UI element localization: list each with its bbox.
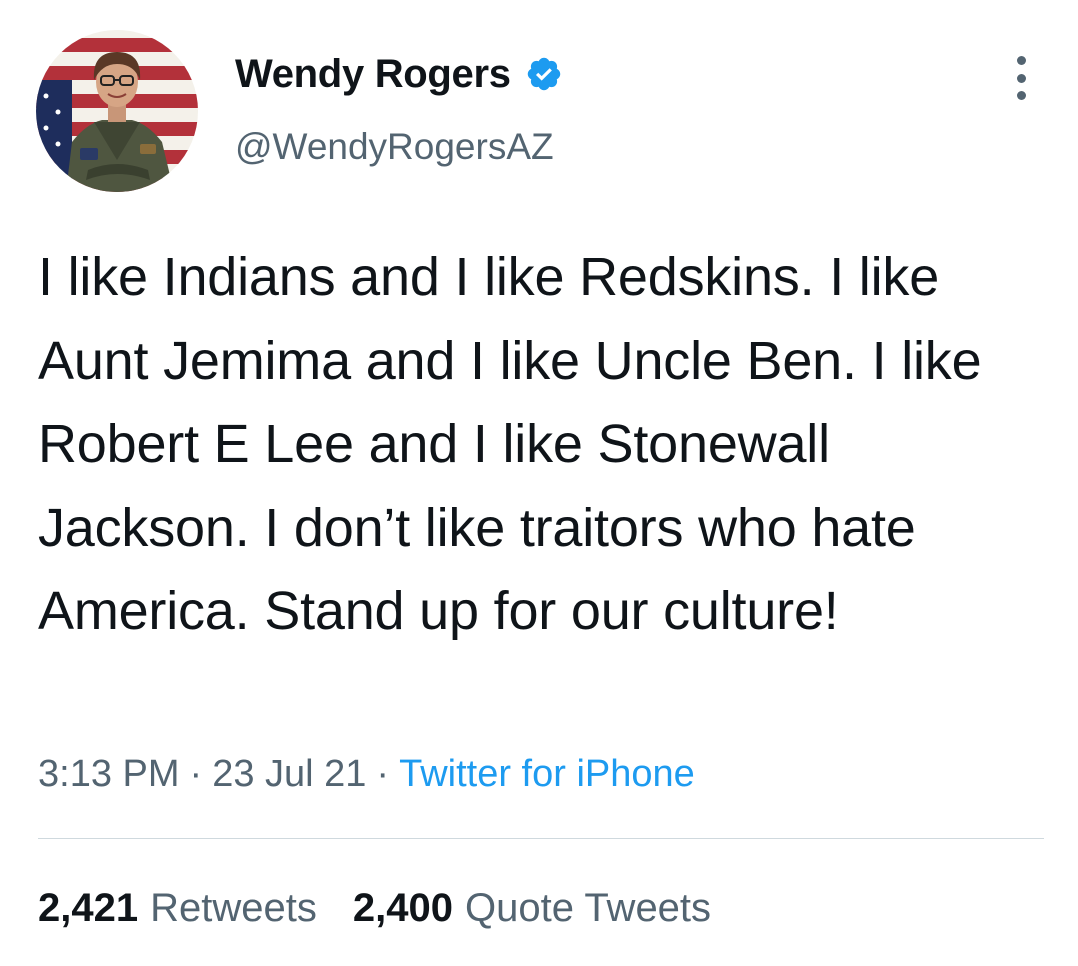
tweet-source-link[interactable]: Twitter for iPhone [399, 753, 695, 795]
divider [38, 838, 1044, 839]
more-options-icon[interactable] [1004, 56, 1038, 100]
author-name-text: Wendy Rogers [235, 52, 511, 96]
author-handle[interactable]: @WendyRogersAZ [235, 124, 554, 170]
avatar-image [36, 30, 198, 192]
quote-tweets-count: 2,400 [352, 886, 453, 930]
engagement-stats: 2,421 Retweets 2,400 Quote Tweets [38, 884, 711, 932]
retweets-label: Retweets [150, 886, 317, 930]
verified-badge-icon [525, 55, 563, 93]
quote-tweets-stat[interactable]: 2,400 Quote Tweets [353, 884, 711, 932]
retweets-count: 2,421 [38, 886, 139, 930]
more-dot [1016, 91, 1026, 100]
tweet-text: I like Indians and I like Redskins. I li… [38, 247, 982, 641]
more-dot [1016, 73, 1026, 83]
author-display-name[interactable]: Wendy Rogers [235, 50, 563, 98]
meta-separator: · [376, 753, 390, 795]
tweet-metadata: 3:13 PM · 23 Jul 21 · Twitter for iPhone [38, 750, 695, 798]
tweet-date[interactable]: 23 Jul 21 [212, 753, 366, 795]
quote-tweets-label: Quote Tweets [464, 886, 712, 930]
meta-separator: · [189, 753, 203, 795]
retweets-stat[interactable]: 2,421 Retweets [38, 884, 317, 932]
tweet-time[interactable]: 3:13 PM [38, 753, 180, 795]
more-dot [1016, 56, 1026, 65]
avatar[interactable] [36, 30, 198, 192]
